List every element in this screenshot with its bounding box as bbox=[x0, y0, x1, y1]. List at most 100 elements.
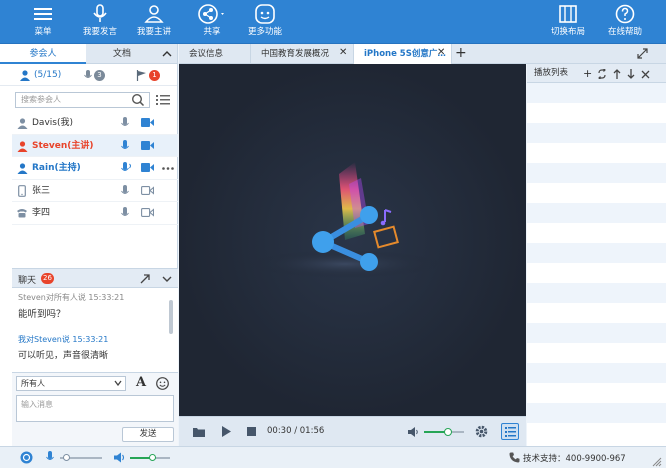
participant-search-input[interactable]: 搜索参会人 bbox=[15, 92, 150, 108]
chat-scrollbar[interactable] bbox=[169, 300, 173, 334]
mobile-phone-icon bbox=[18, 184, 26, 197]
hamburger-icon bbox=[34, 8, 52, 20]
menu-button[interactable]: 菜单 bbox=[22, 0, 64, 44]
mic-level-knob[interactable] bbox=[62, 454, 70, 461]
attendee-count[interactable]: (5/15) bbox=[20, 68, 61, 82]
playlist-icon bbox=[505, 427, 516, 437]
share-icon bbox=[198, 4, 224, 24]
speaker-icon[interactable] bbox=[114, 452, 126, 463]
close-icon[interactable] bbox=[641, 70, 650, 79]
more-features-button[interactable]: 更多功能 bbox=[243, 0, 287, 44]
resize-grip-icon[interactable] bbox=[652, 457, 662, 467]
volume-slider-knob[interactable] bbox=[444, 428, 452, 436]
top-toolbar: 菜单 我要发言 我要主讲 共享 更多功能 切换布局 在线帮助 bbox=[0, 0, 666, 44]
close-tab-icon[interactable]: ✕ bbox=[437, 47, 445, 58]
participant-row[interactable]: Steven(主讲) bbox=[12, 134, 178, 157]
chat-compose: 所有人 A 输入消息 发送 bbox=[12, 372, 178, 446]
add-icon[interactable]: + bbox=[583, 64, 592, 83]
hand-raise-count[interactable]: 1 bbox=[136, 68, 160, 82]
participant-stats: (5/15) 3 1 bbox=[0, 64, 177, 86]
settings-gear-icon[interactable] bbox=[475, 425, 488, 438]
participant-row[interactable]: 李四 bbox=[12, 202, 178, 225]
more-options-icon[interactable] bbox=[162, 167, 174, 170]
playlist-panel: 播放列表 + bbox=[527, 64, 666, 446]
play-icon[interactable] bbox=[221, 425, 232, 438]
left-tabs: 参会人 文档 bbox=[0, 44, 177, 64]
chat-unread-badge: 26 bbox=[41, 273, 54, 284]
participant-row[interactable]: Rain(主持) bbox=[12, 157, 178, 180]
participant-name: Rain(主持) bbox=[32, 163, 81, 173]
center-tabs: 会议信息 中国教育发展概况 ✕ iPhone 5S创意广… ✕ + bbox=[179, 44, 666, 64]
speaker-count-badge: 3 bbox=[94, 69, 105, 81]
menu-label: 菜单 bbox=[34, 27, 52, 37]
list-view-icon[interactable] bbox=[156, 94, 170, 106]
chat-messages: Steven对所有人说 15:33:21 能听到吗？ 我对Steven说 15:… bbox=[12, 288, 178, 372]
chat-message-text: 能听到吗？ bbox=[18, 309, 66, 320]
user-icon bbox=[17, 118, 28, 129]
chat-message-text: 可以听见，声音很清晰 bbox=[18, 351, 109, 361]
microphone-icon bbox=[121, 139, 129, 149]
recipient-select[interactable]: 所有人 bbox=[16, 376, 126, 391]
app-window: 菜单 我要发言 我要主讲 共享 更多功能 切换布局 在线帮助 参会人 文档 (5… bbox=[0, 0, 666, 468]
chat-message-header: 我对Steven说 15:33:21 bbox=[18, 335, 109, 344]
tab-meeting-info[interactable]: 会议信息 bbox=[179, 44, 251, 64]
chevron-down-icon bbox=[114, 380, 122, 386]
recipient-value: 所有人 bbox=[21, 379, 45, 388]
camera-icon bbox=[141, 118, 154, 127]
speak-label: 我要发言 bbox=[82, 27, 117, 37]
close-tab-icon[interactable]: ✕ bbox=[339, 47, 347, 58]
help-icon bbox=[615, 4, 635, 24]
switch-layout-button[interactable]: 切换布局 bbox=[546, 0, 590, 44]
loop-icon[interactable] bbox=[597, 69, 607, 79]
camera-icon bbox=[141, 140, 154, 150]
share-label: 共享 bbox=[203, 27, 221, 37]
folder-icon[interactable] bbox=[193, 426, 205, 437]
camera-icon bbox=[141, 163, 154, 172]
emoji-icon[interactable] bbox=[156, 377, 169, 390]
tab-participants[interactable]: 参会人 bbox=[0, 44, 86, 64]
microphone-icon[interactable] bbox=[46, 451, 54, 463]
chat-message-input[interactable]: 输入消息 bbox=[16, 395, 174, 422]
playlist-toggle-button[interactable] bbox=[501, 423, 519, 440]
camera-off-icon bbox=[141, 208, 154, 217]
network-status-icon[interactable] bbox=[20, 451, 33, 464]
status-bar: 技术支持：400-9900-967 bbox=[0, 446, 666, 468]
arrow-up-icon[interactable] bbox=[613, 69, 621, 79]
speaker-count[interactable]: 3 bbox=[84, 68, 105, 82]
camera-off-icon bbox=[141, 185, 154, 195]
font-format-icon[interactable]: A bbox=[136, 375, 146, 390]
chat-message-header: Steven对所有人说 15:33:21 bbox=[18, 293, 125, 302]
speaker-level-slider[interactable] bbox=[130, 454, 170, 461]
volume-slider[interactable] bbox=[424, 428, 464, 436]
share-button[interactable]: 共享 bbox=[190, 0, 234, 44]
layout-icon bbox=[559, 5, 577, 23]
speaker-level-knob[interactable] bbox=[148, 454, 156, 461]
tab-documents[interactable]: 文档 bbox=[86, 44, 158, 64]
chat-title: 聊天 bbox=[18, 276, 37, 286]
participant-row[interactable]: 张三 bbox=[12, 180, 178, 202]
mic-level-slider[interactable] bbox=[60, 454, 102, 461]
volume-icon[interactable] bbox=[408, 427, 419, 437]
stop-icon[interactable] bbox=[247, 427, 256, 436]
present-button[interactable]: 我要主讲 bbox=[133, 0, 175, 44]
search-icon[interactable] bbox=[131, 93, 145, 107]
chevron-down-icon[interactable] bbox=[162, 275, 172, 283]
support-hotline: 技术支持：400-9900-967 bbox=[523, 454, 626, 464]
participant-row[interactable]: Davis(我) bbox=[12, 112, 178, 135]
player-controls: 00:30 / 01:56 bbox=[179, 416, 526, 446]
online-help-button[interactable]: 在线帮助 bbox=[603, 0, 647, 44]
collapse-icon[interactable] bbox=[162, 50, 172, 58]
send-button[interactable]: 发送 bbox=[122, 427, 174, 442]
microphone-icon bbox=[93, 4, 107, 22]
arrow-down-icon[interactable] bbox=[627, 69, 635, 79]
participant-name: 张三 bbox=[32, 185, 51, 196]
attendee-count-text: (5/15) bbox=[34, 70, 62, 80]
popout-icon[interactable] bbox=[140, 274, 150, 284]
speak-button[interactable]: 我要发言 bbox=[79, 0, 121, 44]
add-tab-icon[interactable]: + bbox=[455, 44, 467, 63]
chat-header: 聊天 26 bbox=[12, 268, 178, 288]
switch-layout-label: 切换布局 bbox=[550, 27, 585, 37]
more-features-label: 更多功能 bbox=[247, 27, 282, 37]
video-player-area[interactable] bbox=[179, 64, 526, 416]
fullscreen-icon[interactable] bbox=[637, 48, 648, 59]
